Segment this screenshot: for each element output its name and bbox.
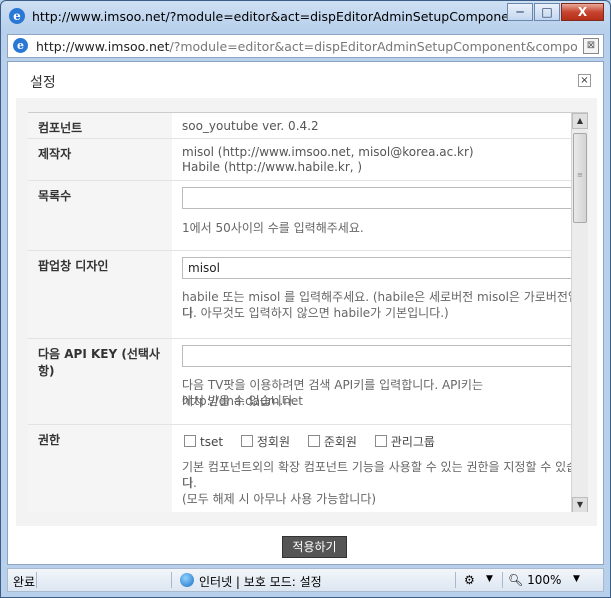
label-list-count: 목록수	[28, 181, 172, 250]
vertical-scrollbar[interactable]: ▲ ≡ ▼	[571, 113, 588, 512]
scroll-down-icon[interactable]: ▼	[572, 497, 588, 512]
row-permission: 권한 tset 정회원 준회원 관리그룹 기본 컴포넌트외의 확장 컴포넌트 기…	[28, 425, 588, 512]
chevron-down-icon[interactable]: ▼	[573, 574, 580, 584]
globe-icon	[180, 573, 194, 587]
value-component: soo_youtube ver. 0.4.2	[182, 119, 319, 133]
status-divider	[455, 572, 456, 588]
window-close-button[interactable]: X	[561, 3, 604, 21]
label-permission: 권한	[28, 425, 172, 512]
status-divider	[36, 572, 37, 588]
checkbox[interactable]	[374, 435, 387, 447]
help-daum-api-2: 에서 받을 수 있습니다.	[182, 394, 297, 408]
url-path: /?module=editor&act=dispEditorAdminSetup…	[169, 39, 578, 54]
status-text: 완료	[13, 575, 36, 589]
help-list-count: 1에서 50사이의 수를 입력해주세요.	[182, 221, 364, 235]
chevron-down-icon[interactable]: ▼	[486, 574, 493, 584]
checkbox[interactable]	[307, 435, 320, 447]
row-popup-design: 팝업창 디자인 misol habile 또는 misol 를 입력해주세요. …	[28, 251, 588, 339]
settings-icon[interactable]: ⚙	[464, 573, 475, 587]
settings-panel: 컴포넌트 soo_youtube ver. 0.4.2 제작자 misol (h…	[16, 98, 597, 526]
label-component: 컴포넌트	[28, 113, 172, 138]
minimize-button[interactable]: ─	[507, 3, 533, 21]
apply-button[interactable]: 적용하기	[282, 536, 347, 558]
status-divider	[171, 572, 172, 588]
permission-options: tset 정회원 준회원 관리그룹	[184, 433, 449, 450]
dialog-title: 설정	[30, 75, 56, 91]
grip-icon: ≡	[577, 171, 583, 179]
scroll-up-icon[interactable]: ▲	[572, 113, 588, 129]
daum-api-input[interactable]	[182, 345, 588, 367]
zoom-icon: 🔍︎	[508, 573, 524, 587]
row-author: 제작자 misol (http://www.imsoo.net, misol@k…	[28, 139, 588, 181]
permission-option[interactable]: 준회원	[307, 435, 357, 449]
maximize-button[interactable]: □	[534, 3, 560, 21]
status-divider	[502, 572, 503, 588]
address-bar[interactable]: e http://www.imsoo.net/?module=editor&ac…	[7, 34, 604, 58]
help-permission-3: (모두 해제 시 아무나 사용 가능합니다)	[182, 492, 377, 506]
row-daum-api: 다음 API KEY (선택사항) 다음 TV팟을 이용하려면 검색 API키를…	[28, 339, 588, 425]
zoom-level[interactable]: 🔍︎ 100%	[508, 573, 561, 587]
label-daum-api: 다음 API KEY (선택사항)	[28, 339, 172, 424]
ie-logo-icon: e	[9, 8, 25, 24]
row-component: 컴포넌트 soo_youtube ver. 0.4.2	[28, 113, 588, 139]
scroll-thumb[interactable]: ≡	[573, 133, 587, 223]
settings-table: 컴포넌트 soo_youtube ver. 0.4.2 제작자 misol (h…	[28, 112, 588, 512]
browser-window: e http://www.imsoo.net/?module=editor&ac…	[0, 0, 611, 598]
checkbox[interactable]	[184, 435, 196, 447]
label-popup-design: 팝업창 디자인	[28, 251, 172, 338]
url-host: http://www.imsoo.net	[36, 39, 170, 54]
permission-option[interactable]: tset	[184, 435, 223, 449]
dialog-close-icon[interactable]: ×	[578, 74, 591, 87]
permission-option[interactable]: 정회원	[240, 435, 290, 449]
window-title: http://www.imsoo.net/?module=editor&act=…	[32, 9, 507, 24]
list-count-input[interactable]	[182, 187, 588, 209]
address-url[interactable]: http://www.imsoo.net/?module=editor&act=…	[36, 39, 578, 54]
popup-design-input[interactable]: misol	[182, 257, 588, 279]
status-bar: 완료 인터넷 | 보호 모드: 설정 ⚙ ▼ 🔍︎ 100% ▼	[7, 568, 604, 592]
value-author-2: Habile (http://www.habile.kr, )	[182, 160, 363, 174]
title-bar: e http://www.imsoo.net/?module=editor&ac…	[1, 1, 610, 31]
checkbox[interactable]	[240, 435, 253, 447]
label-author: 제작자	[28, 139, 172, 180]
page-icon: e	[13, 38, 28, 53]
help-permission-2: 다.	[182, 476, 197, 490]
security-icon[interactable]: ⊠	[583, 38, 599, 54]
help-popup-design-2: 다. 아무것도 입력하지 않으면 habile가 기본입니다.)	[182, 306, 449, 320]
security-zone: 인터넷 | 보호 모드: 설정	[199, 575, 322, 589]
page-content: 설정 × 컴포넌트 soo_youtube ver. 0.4.2 제작자 mis…	[7, 61, 604, 565]
row-list-count: 목록수 1에서 50사이의 수를 입력해주세요.	[28, 181, 588, 251]
value-author-1: misol (http://www.imsoo.net, misol@korea…	[182, 145, 474, 159]
permission-option[interactable]: 관리그룹	[374, 435, 435, 449]
